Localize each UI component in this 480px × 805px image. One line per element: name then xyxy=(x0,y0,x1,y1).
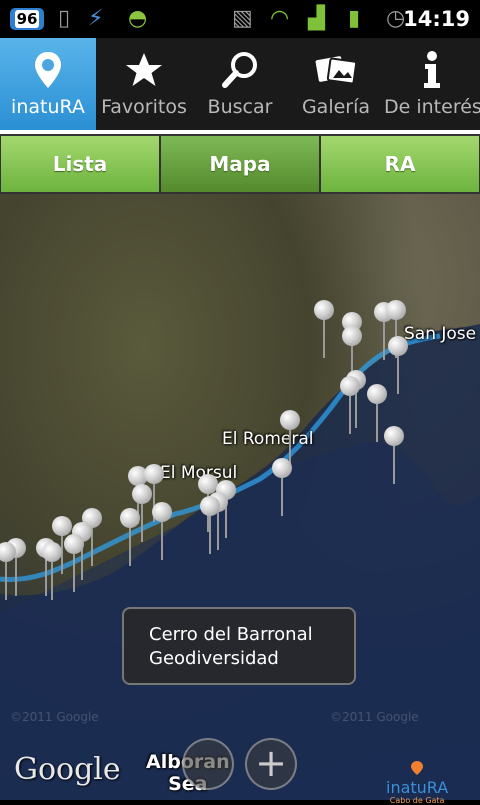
tab-inatura-label: inatuRA xyxy=(11,96,85,118)
map-marker[interactable] xyxy=(198,496,222,556)
phone-icon: ▯ xyxy=(58,6,71,31)
notification-badge-icon: 96 xyxy=(10,8,44,30)
map-marker[interactable] xyxy=(338,376,362,436)
map-copyright: ©2011 Google xyxy=(330,710,419,724)
map-marker[interactable] xyxy=(270,458,294,518)
star-icon xyxy=(96,48,192,92)
tab-galeria[interactable]: Galería xyxy=(288,38,384,130)
map-marker[interactable] xyxy=(150,502,174,562)
zoom-in-button[interactable]: + xyxy=(245,738,297,790)
search-icon xyxy=(192,48,288,92)
map-marker[interactable] xyxy=(382,426,406,486)
place-label: San Jose xyxy=(404,324,477,344)
brand-subtitle: Cabo de Gata xyxy=(389,796,445,805)
tab-galeria-label: Galería xyxy=(301,96,371,118)
popup-subtitle: Geodiversidad xyxy=(149,648,279,669)
google-logo: Google xyxy=(14,752,121,787)
map-view[interactable]: San Jose El Romeral El Morsul ©2011 Goog… xyxy=(0,194,480,800)
status-bar: 96 ▯ ⚡ ◓ ▧ ◠ ▟ ▮ ◷ 14:19 xyxy=(0,0,480,38)
tab-de-interes[interactable]: De interés xyxy=(384,38,480,130)
marker-info-popup[interactable]: Cerro del Barronal Geodiversidad xyxy=(122,607,356,685)
map-marker[interactable] xyxy=(118,508,142,568)
view-lista-button[interactable]: Lista xyxy=(1,136,159,192)
tab-favoritos-label: Favoritos xyxy=(101,96,187,118)
brand-logo: inatuRA Cabo de Gata xyxy=(386,760,448,805)
wifi-icon: ◠ xyxy=(270,6,290,31)
tab-favoritos[interactable]: Favoritos xyxy=(96,38,192,130)
usb-icon: ⚡ xyxy=(88,6,104,31)
zoom-out-button[interactable] xyxy=(182,738,234,790)
main-tab-bar: inatuRA Favoritos Buscar Galería De inte… xyxy=(0,38,480,130)
notification-count: 96 xyxy=(14,10,40,28)
tab-inatura[interactable]: inatuRA xyxy=(0,38,96,130)
info-icon xyxy=(384,48,480,92)
view-switch: Lista Mapa RA xyxy=(0,134,480,194)
map-marker[interactable] xyxy=(40,542,64,602)
map-marker[interactable] xyxy=(62,534,86,594)
map-marker[interactable] xyxy=(386,336,410,396)
pin-icon xyxy=(0,48,96,92)
battery-icon: ▮ xyxy=(348,6,361,31)
map-marker[interactable] xyxy=(312,300,336,360)
brand-name: inatuRA xyxy=(386,778,449,797)
signal-icon: ▟ xyxy=(308,6,325,31)
android-icon: ◓ xyxy=(128,6,148,31)
view-ra-button[interactable]: RA xyxy=(321,136,479,192)
map-copyright: ©2011 Google xyxy=(10,710,99,724)
tab-de-interes-label: De interés xyxy=(384,96,480,118)
view-mapa-button[interactable]: Mapa xyxy=(161,136,319,192)
popup-title: Cerro del Barronal xyxy=(149,624,313,645)
gallery-icon xyxy=(288,48,384,92)
vibrate-icon: ▧ xyxy=(232,6,253,31)
tab-buscar-label: Buscar xyxy=(207,96,273,118)
brand-pin-icon xyxy=(411,761,424,775)
map-marker[interactable] xyxy=(0,542,18,602)
clock: 14:19 xyxy=(403,7,470,31)
tab-buscar[interactable]: Buscar xyxy=(192,38,288,130)
